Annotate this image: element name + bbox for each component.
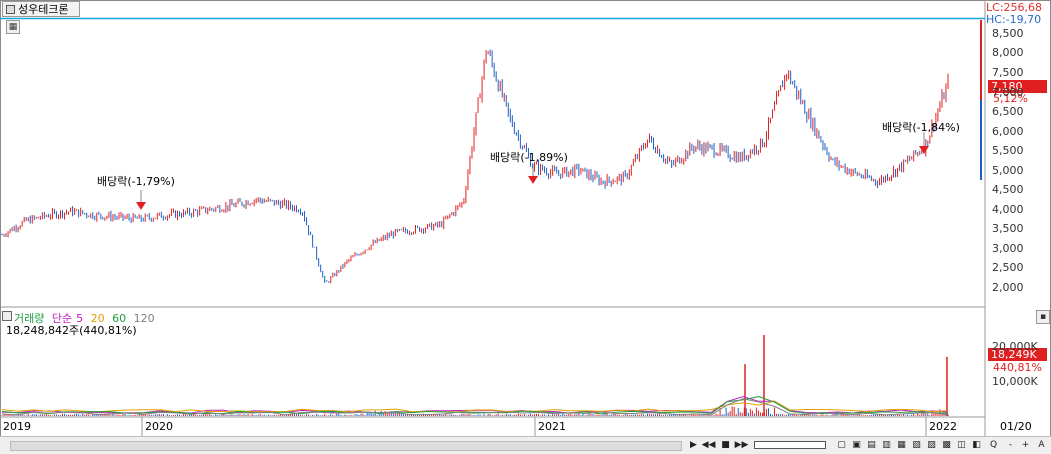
price-tick: 7,500 <box>992 66 1024 79</box>
ma5-line <box>1 396 949 414</box>
zoom-search-icon[interactable]: Q <box>986 438 1001 452</box>
play-icon[interactable]: ▶ <box>686 438 701 452</box>
dividend-label-3: 배당락(-1,84%) <box>882 121 960 134</box>
zoom-in-icon[interactable]: + <box>1018 438 1033 452</box>
dividend-arrow-1 <box>136 202 146 210</box>
price-tick: 8,000 <box>992 46 1024 59</box>
tool-icon[interactable]: ▣ <box>849 438 864 452</box>
scrollbar-track[interactable] <box>10 441 682 451</box>
hc-label: HC:-19,70 <box>986 13 1042 26</box>
panel-close-icon[interactable]: ▪ <box>1036 310 1050 324</box>
price-tick: 8,500 <box>992 27 1024 40</box>
tool-icon[interactable]: ▨ <box>924 438 939 452</box>
tool-icon[interactable]: ▢ <box>834 438 849 452</box>
x-tick: 2021 <box>538 420 566 433</box>
price-tick: 6,000 <box>992 125 1024 138</box>
hc-bar <box>980 100 982 180</box>
dividend-arrow-2 <box>528 176 538 184</box>
price-tick: 7,000 <box>992 86 1024 99</box>
tool-icon[interactable]: ◧ <box>969 438 984 452</box>
zoom-slider[interactable] <box>754 441 826 449</box>
price-tick: 3,500 <box>992 222 1024 235</box>
volume-panel-icon[interactable] <box>2 311 12 321</box>
rewind-icon[interactable]: ◀◀ <box>701 438 716 452</box>
tool-icon[interactable]: ◫ <box>954 438 969 452</box>
price-tick: 3,000 <box>992 242 1024 255</box>
tool-icon[interactable]: ▦ <box>894 438 909 452</box>
volume-ma-group <box>1 396 949 416</box>
price-tick: 5,500 <box>992 144 1024 157</box>
x-tick: 2022 <box>929 420 957 433</box>
price-tick: 4,500 <box>992 183 1024 196</box>
ma60-line <box>1 396 949 415</box>
auto-icon[interactable]: A <box>1034 438 1049 452</box>
volume-tick: 20,000K <box>992 340 1038 353</box>
forward-icon[interactable]: ▶▶ <box>734 438 749 452</box>
volume-tick: 10,000K <box>992 375 1038 388</box>
tool-icon[interactable]: ▧ <box>909 438 924 452</box>
volume-info: 18,248,842주(440,81%) <box>6 324 137 337</box>
stop-icon[interactable]: ■ <box>718 438 733 452</box>
ma120-label: 120 <box>133 312 155 325</box>
price-tick: 5,000 <box>992 164 1024 177</box>
tool-icon[interactable]: ▩ <box>939 438 954 452</box>
x-tick: 01/20 <box>1000 420 1032 433</box>
price-tick: 2,500 <box>992 261 1024 274</box>
candles-group <box>1 49 949 284</box>
price-tick: 6,500 <box>992 105 1024 118</box>
volume-bars-group <box>1 334 949 416</box>
x-tick: 2020 <box>145 420 173 433</box>
tool-icon[interactable]: ▤ <box>864 438 879 452</box>
tool-icon[interactable]: ▥ <box>879 438 894 452</box>
ma20-line <box>1 400 949 413</box>
dividend-label-2: 배당락(-1,89%) <box>490 151 568 164</box>
chart-canvas <box>0 0 986 436</box>
volume-change-pct: 440,81% <box>993 361 1042 374</box>
price-tick: 2,000 <box>992 281 1024 294</box>
zoom-out-icon[interactable]: - <box>1003 438 1018 452</box>
price-tick: 4,000 <box>992 203 1024 216</box>
dividend-label-1: 배당락(-1,79%) <box>97 175 175 188</box>
dividend-arrow-3 <box>919 146 929 154</box>
x-tick: 2019 <box>3 420 31 433</box>
